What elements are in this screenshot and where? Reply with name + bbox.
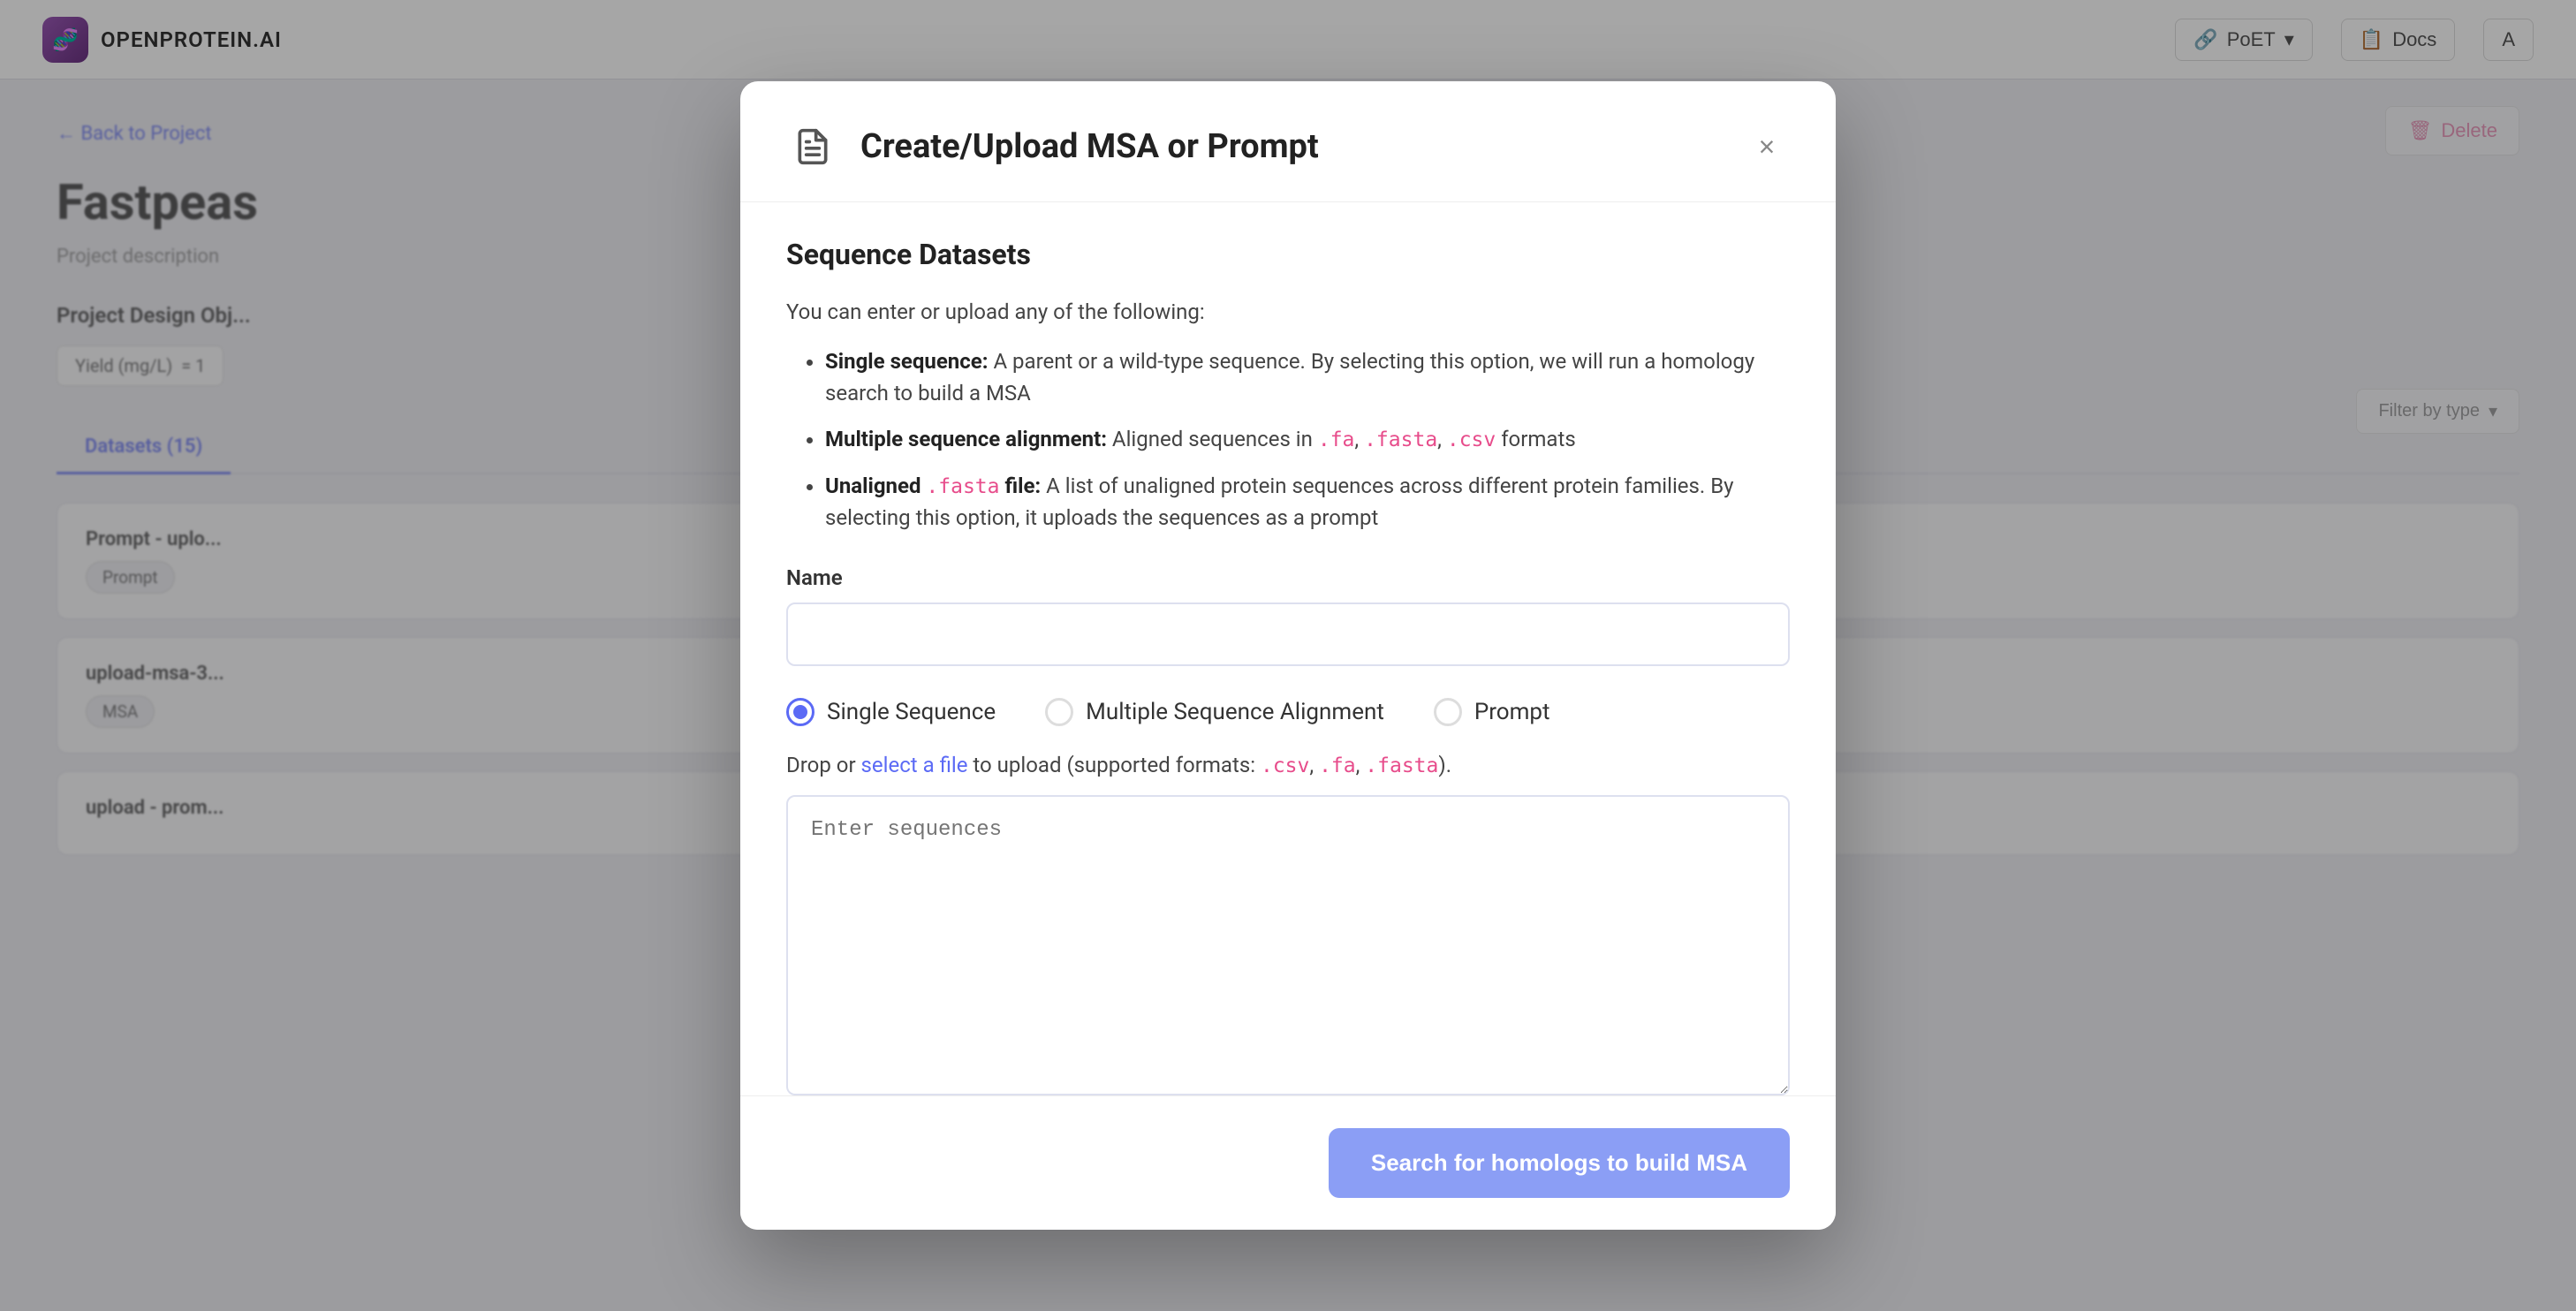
section-heading: Sequence Datasets [786,238,1790,271]
modal-document-icon [786,120,839,173]
name-label: Name [786,565,1790,590]
select-file-link[interactable]: select a file [861,753,968,777]
bullet-list: Single sequence: A parent or a wild-type… [786,345,1790,534]
radio-group: Single Sequence Multiple Sequence Alignm… [786,698,1790,726]
modal-footer: Search for homologs to build MSA [740,1095,1836,1230]
radio-multiple-alignment[interactable]: Multiple Sequence Alignment [1045,698,1384,726]
radio-circle-prompt [1434,698,1462,726]
modal-header: Create/Upload MSA or Prompt × [740,81,1836,202]
radio-circle-multiple [1045,698,1073,726]
bullet-unaligned: Unaligned .fasta file: A list of unalign… [825,470,1790,534]
search-homologs-button[interactable]: Search for homologs to build MSA [1329,1128,1790,1198]
radio-label-multiple: Multiple Sequence Alignment [1086,699,1384,725]
sequence-textarea[interactable] [786,795,1790,1095]
name-input[interactable] [786,602,1790,666]
modal-body: Sequence Datasets You can enter or uploa… [740,202,1836,1095]
modal-overlay[interactable]: Create/Upload MSA or Prompt × Sequence D… [0,0,2576,1311]
radio-label-single: Single Sequence [827,699,996,725]
description-text: You can enter or upload any of the follo… [786,296,1790,328]
bullet-single-sequence: Single sequence: A parent or a wild-type… [825,345,1790,409]
bullet-multiple-alignment: Multiple sequence alignment: Aligned seq… [825,423,1790,456]
radio-label-prompt: Prompt [1474,699,1550,725]
modal-close-button[interactable]: × [1744,124,1790,170]
modal: Create/Upload MSA or Prompt × Sequence D… [740,81,1836,1230]
modal-title: Create/Upload MSA or Prompt [860,127,1723,166]
radio-circle-single [786,698,814,726]
radio-single-sequence[interactable]: Single Sequence [786,698,996,726]
upload-instruction: Drop or select a file to upload (support… [786,753,1790,777]
radio-prompt[interactable]: Prompt [1434,698,1550,726]
